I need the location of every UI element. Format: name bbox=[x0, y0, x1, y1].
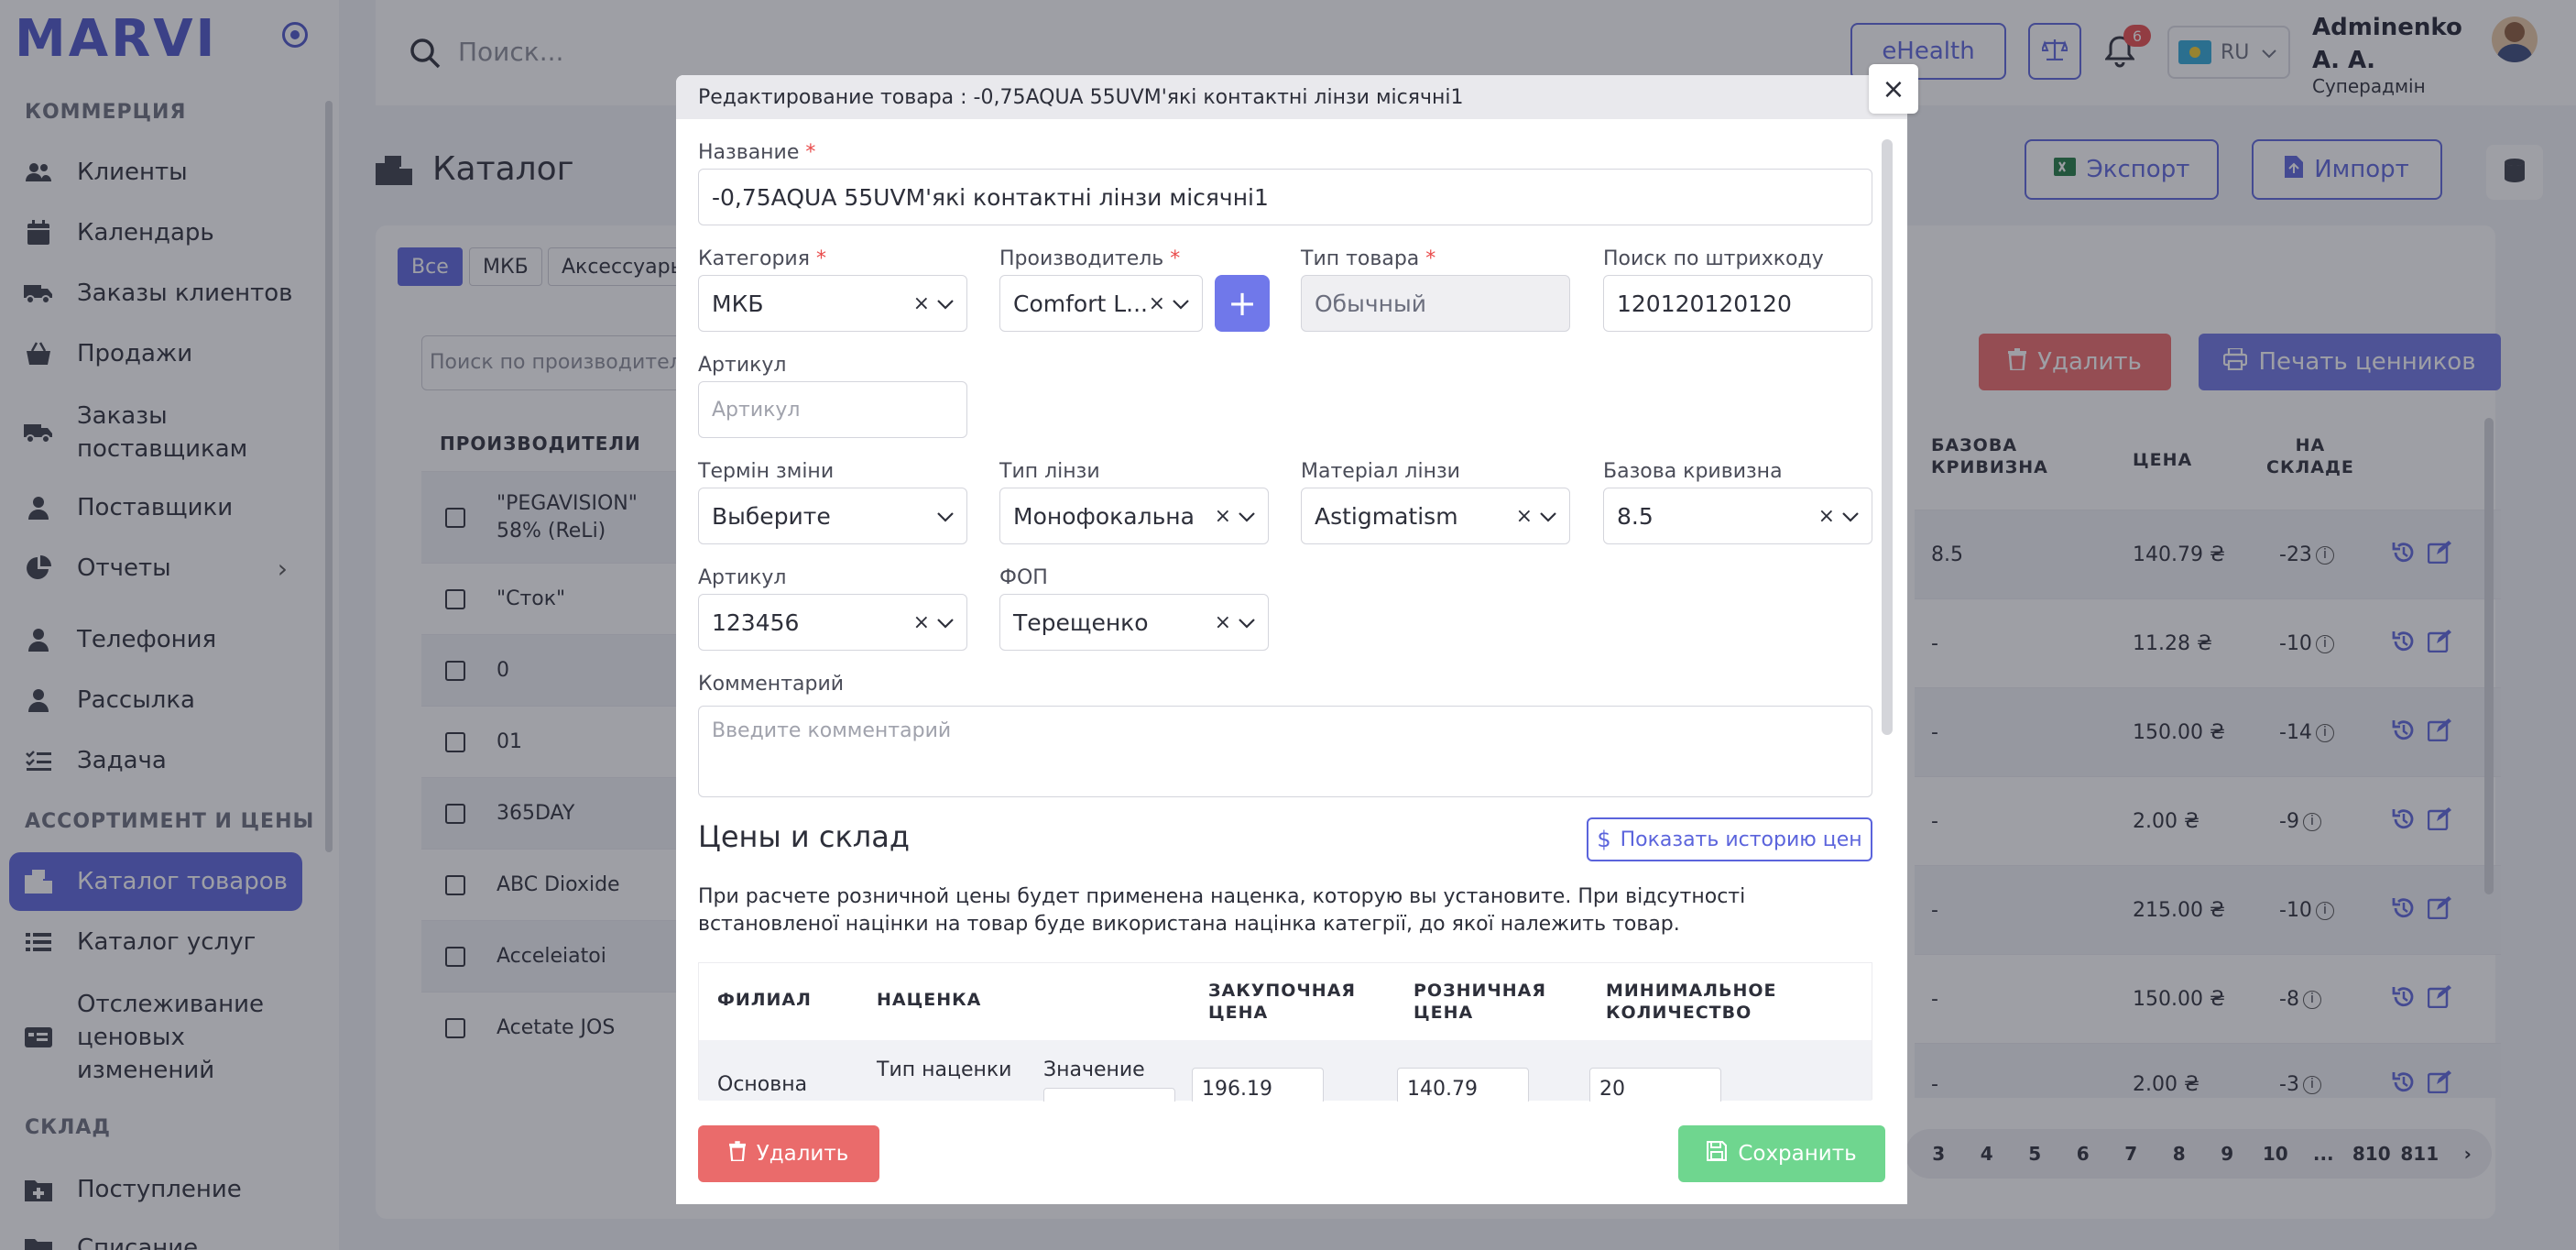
lens-type-select[interactable]: Монофокальна × bbox=[999, 488, 1269, 544]
column-header-branch: ФИЛИАЛ bbox=[717, 990, 812, 1010]
clear-icon[interactable]: × bbox=[1215, 505, 1231, 528]
trash-icon bbox=[728, 1141, 746, 1167]
comment-textarea[interactable]: Введите комментарий bbox=[698, 706, 1872, 797]
category-label: Категория * bbox=[698, 247, 826, 270]
save-button[interactable]: Сохранить bbox=[1678, 1125, 1885, 1182]
markup-note: При расчете розничной цены будет примене… bbox=[698, 885, 1746, 936]
prices-section-title: Цены и склад bbox=[698, 819, 910, 854]
table-row: Основна Тип наценки Значение 196.19 140.… bbox=[699, 1040, 1872, 1124]
column-header-purchase-price: ЗАКУПОЧНАЯ ЦЕНА bbox=[1208, 981, 1357, 1023]
product-type-label: Тип товара * bbox=[1301, 247, 1436, 270]
chevron-down-icon bbox=[1842, 505, 1859, 528]
chevron-down-icon bbox=[937, 292, 954, 315]
chevron-down-icon bbox=[937, 505, 954, 528]
column-header-retail-price: РОЗНИЧНАЯ ЦЕНА bbox=[1414, 981, 1546, 1023]
comment-label: Комментарий bbox=[698, 673, 845, 696]
lens-material-label: Матеріал лінзи bbox=[1301, 460, 1460, 483]
chevron-down-icon bbox=[1239, 611, 1255, 634]
article2-label: Артикул bbox=[698, 566, 787, 589]
change-term-label: Термін зміни bbox=[698, 460, 835, 483]
close-icon: × bbox=[1882, 72, 1905, 105]
manufacturer-select[interactable]: Comfort L... × bbox=[999, 275, 1203, 332]
clear-icon[interactable]: × bbox=[913, 292, 930, 315]
base-curve-label: Базова кривизна bbox=[1603, 460, 1783, 483]
chevron-down-icon bbox=[1173, 292, 1189, 315]
fop-select[interactable]: Терещенко × bbox=[999, 594, 1269, 651]
column-header-markup: НАЦЕНКА bbox=[877, 990, 982, 1010]
clear-icon[interactable]: × bbox=[1149, 292, 1165, 315]
modal-scrollbar[interactable] bbox=[1882, 139, 1893, 735]
article-input[interactable]: Артикул bbox=[698, 381, 967, 438]
manufacturer-label: Производитель * bbox=[999, 247, 1181, 270]
article-label: Артикул bbox=[698, 354, 787, 377]
min-quantity-input[interactable]: 20 bbox=[1589, 1068, 1721, 1104]
markup-type-label: Тип наценки bbox=[877, 1058, 1012, 1081]
chevron-down-icon bbox=[1239, 505, 1255, 528]
clear-icon[interactable]: × bbox=[913, 611, 930, 634]
lens-type-label: Тип лінзи bbox=[999, 460, 1100, 483]
floppy-icon bbox=[1707, 1140, 1728, 1167]
price-table: ФИЛИАЛ НАЦЕНКА ЗАКУПОЧНАЯ ЦЕНА РОЗНИЧНАЯ… bbox=[698, 962, 1872, 1124]
base-curve-select[interactable]: 8.5 × bbox=[1603, 488, 1872, 544]
barcode-input[interactable]: 120120120120 bbox=[1603, 275, 1872, 332]
dollar-icon: $ bbox=[1597, 827, 1611, 852]
chevron-down-icon bbox=[1540, 505, 1556, 528]
show-price-history-button[interactable]: $ Показать историю цен bbox=[1587, 817, 1872, 861]
close-button[interactable]: × bbox=[1869, 64, 1918, 114]
purchase-price-input[interactable]: 196.19 bbox=[1192, 1068, 1324, 1104]
category-select[interactable]: МКБ × bbox=[698, 275, 967, 332]
branch-name: Основна bbox=[717, 1073, 808, 1096]
product-type-field: Обычный bbox=[1301, 275, 1570, 332]
change-term-select[interactable]: Выберите bbox=[698, 488, 967, 544]
plus-icon: + bbox=[1228, 283, 1257, 323]
lens-material-select[interactable]: Astigmatism × bbox=[1301, 488, 1570, 544]
delete-product-button[interactable]: Удалить bbox=[698, 1125, 879, 1182]
column-header-min-quantity: МИНИМАЛЬНОЕ КОЛИЧЕСТВО bbox=[1606, 981, 1777, 1023]
fop-label: ФОП bbox=[999, 566, 1048, 589]
barcode-label: Поиск по штрихкоду bbox=[1603, 247, 1824, 270]
clear-icon[interactable]: × bbox=[1516, 505, 1533, 528]
add-manufacturer-button[interactable]: + bbox=[1215, 275, 1270, 332]
modal-title: Редактирование товара : -0,75AQUA 55UVM'… bbox=[676, 75, 1907, 119]
retail-price-input[interactable]: 140.79 bbox=[1397, 1068, 1529, 1104]
article2-select[interactable]: 123456 × bbox=[698, 594, 967, 651]
name-input[interactable]: -0,75AQUA 55UVM'які контактні лінзи міся… bbox=[698, 169, 1872, 225]
name-label: Название * bbox=[698, 141, 816, 164]
clear-icon[interactable]: × bbox=[1818, 505, 1835, 528]
chevron-down-icon bbox=[937, 611, 954, 634]
clear-icon[interactable]: × bbox=[1215, 611, 1231, 634]
markup-value-label: Значение bbox=[1043, 1058, 1145, 1081]
